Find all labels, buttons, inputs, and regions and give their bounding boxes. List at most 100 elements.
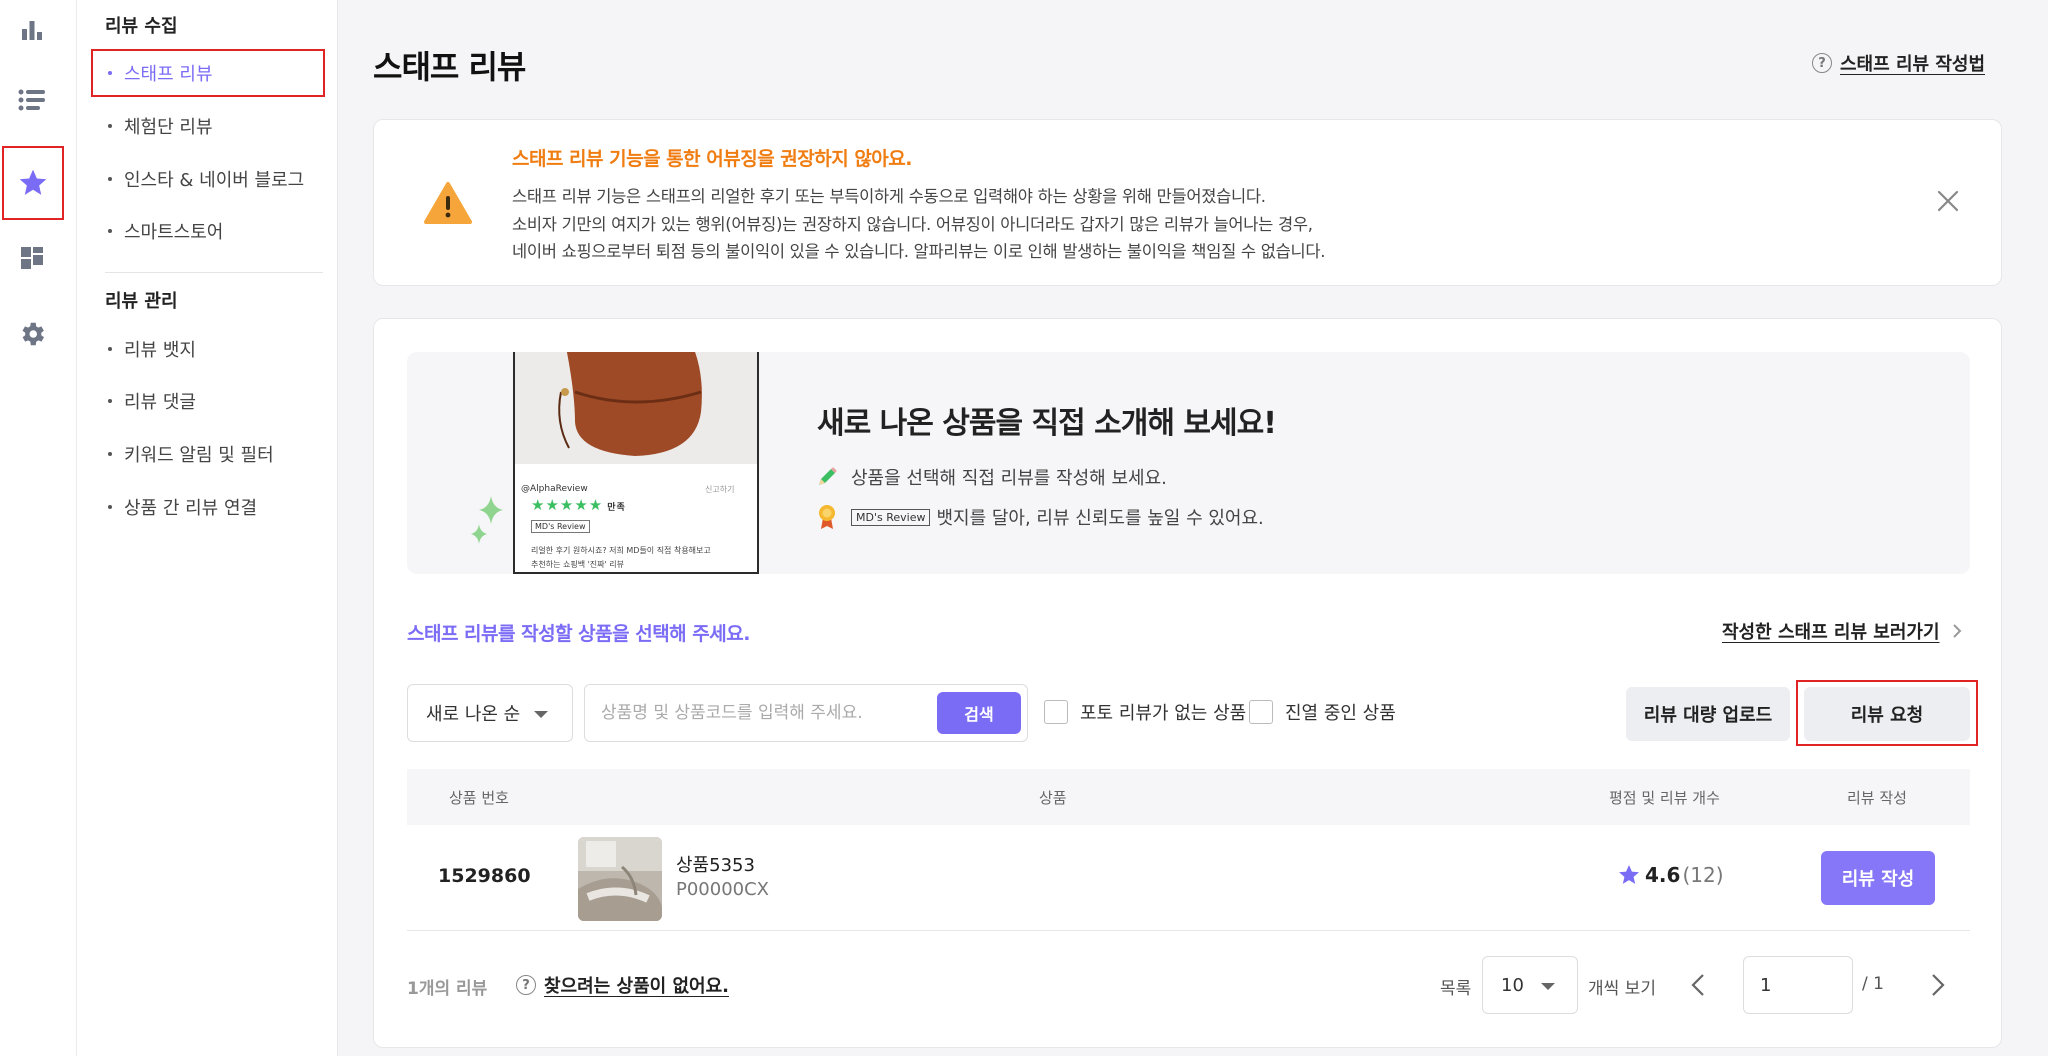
select-product-prompt: 스태프 리뷰를 작성할 상품을 선택해 주세요. bbox=[407, 623, 750, 645]
close-icon[interactable] bbox=[1935, 188, 1961, 214]
column-header: 평점 및 리뷰 개수 bbox=[1609, 789, 1720, 807]
intro-banner: @AlphaReview 신고하기 ★★★★★ 만족 MD's Review 리얼… bbox=[407, 352, 1970, 574]
rail-item-settings[interactable] bbox=[0, 304, 64, 364]
phone-review-line: 리얼한 후기 원하시죠? 저희 MD들이 직접 착용해보고 bbox=[531, 546, 711, 555]
product-thumbnail[interactable] bbox=[578, 837, 662, 921]
page-total: / 1 bbox=[1862, 974, 1884, 994]
per-page-select[interactable]: 10 bbox=[1482, 956, 1578, 1014]
search-box: 검색 bbox=[584, 684, 1028, 742]
menu-item-review-link[interactable]: 상품 간 리뷰 연결 bbox=[105, 492, 257, 522]
review-count: (12) bbox=[1682, 863, 1724, 887]
rating-value: 4.6 bbox=[1645, 863, 1681, 887]
section-title-manage: 리뷰 관리 bbox=[105, 291, 178, 312]
icon-rail bbox=[0, 0, 77, 1056]
per-page-label: 목록 bbox=[1440, 979, 1472, 999]
rail-item-stats[interactable] bbox=[0, 0, 64, 60]
rail-item-reviews[interactable] bbox=[2, 146, 64, 220]
page-value: 1 bbox=[1760, 974, 1772, 996]
gear-icon bbox=[22, 322, 45, 346]
list-icon bbox=[18, 89, 45, 111]
bag-image bbox=[515, 352, 757, 464]
chevron-right-icon[interactable] bbox=[1921, 969, 1953, 1001]
chart-icon bbox=[22, 21, 42, 40]
checkbox[interactable] bbox=[1044, 700, 1068, 724]
menu-item-label: 스마트스토어 bbox=[124, 222, 224, 243]
banner-line-text: 뱃지를 달아, 리뷰 신뢰도를 높일 수 있어요. bbox=[936, 508, 1264, 529]
chevron-down-icon bbox=[1541, 983, 1555, 990]
phone-rating: ★★★★★ 만족 bbox=[531, 496, 626, 514]
menu-item-review-badge[interactable]: 리뷰 뱃지 bbox=[105, 334, 196, 364]
no-photo-review-filter[interactable]: 포토 리뷰가 없는 상품 bbox=[1044, 699, 1246, 725]
dashboard-icon bbox=[21, 247, 43, 269]
product-rating: 4.6 (12) bbox=[1617, 863, 1724, 887]
column-header: 리뷰 작성 bbox=[1847, 789, 1907, 807]
table-header: 상품 번호 상품 평점 및 리뷰 개수 리뷰 작성 bbox=[407, 769, 1970, 825]
per-page-suffix: 개씩 보기 bbox=[1588, 979, 1656, 999]
notice-line: 소비자 기만의 여지가 있는 행위(어뷰징)는 권장하지 않습니다. 어뷰징이 … bbox=[512, 215, 1313, 234]
notice-line: 스태프 리뷰 기능은 스태프의 리얼한 후기 또는 부득이하게 수동으로 입력해… bbox=[512, 187, 1266, 206]
write-review-button[interactable]: 리뷰 작성 bbox=[1821, 851, 1935, 905]
column-header: 상품 bbox=[1039, 789, 1067, 807]
sort-value: 새로 나온 순 bbox=[426, 704, 521, 725]
menu-item-label: 리뷰 뱃지 bbox=[124, 340, 196, 361]
checkbox[interactable] bbox=[1249, 700, 1273, 724]
staff-review-guide-link[interactable]: ? 스태프 리뷰 작성법 bbox=[1812, 50, 1985, 76]
menu-item-staff-review[interactable]: 스태프 리뷰 bbox=[91, 49, 325, 97]
menu-item-label: 인스타 & 네이버 블로그 bbox=[124, 170, 305, 191]
phone-review-text: 리얼한 후기 원하시죠? 저희 MD들이 직접 착용해보고추천하는 쇼핑백 '진… bbox=[531, 544, 711, 572]
menu-item-label: 상품 간 리뷰 연결 bbox=[124, 498, 258, 519]
rating-label: 만족 bbox=[607, 503, 626, 513]
chevron-down-icon bbox=[534, 711, 548, 718]
menu-item-insta-blog[interactable]: 인스타 & 네이버 블로그 bbox=[105, 164, 304, 194]
chevron-left-icon[interactable] bbox=[1683, 969, 1715, 1001]
checkbox-label: 진열 중인 상품 bbox=[1285, 703, 1396, 724]
chevron-right-icon bbox=[1952, 624, 1961, 638]
review-request-button[interactable]: 리뷰 요청 bbox=[1804, 687, 1970, 741]
notice-title: 스태프 리뷰 기능을 통한 어뷰징을 권장하지 않아요. bbox=[512, 148, 913, 170]
phone-review-line: 추천하는 쇼핑백 '진짜' 리뷰 bbox=[531, 560, 624, 569]
banner-line-badge: MD's Review 뱃지를 달아, 리뷰 신뢰도를 높일 수 있어요. bbox=[815, 504, 1264, 530]
menu-item-label: 체험단 리뷰 bbox=[124, 117, 213, 138]
star-icon bbox=[1619, 865, 1639, 884]
view-written-reviews-link[interactable]: 작성한 스태프 리뷰 보러가기 bbox=[1722, 618, 1962, 644]
banner-line-text: 상품을 선택해 직접 리뷰를 작성해 보세요. bbox=[851, 468, 1167, 489]
search-button[interactable]: 검색 bbox=[937, 692, 1021, 734]
banner-line-write: 상품을 선택해 직접 리뷰를 작성해 보세요. bbox=[815, 464, 1167, 490]
rail-item-widgets[interactable] bbox=[0, 228, 64, 288]
star-icon bbox=[19, 169, 47, 195]
menu-item-experience-review[interactable]: 체험단 리뷰 bbox=[105, 111, 213, 141]
guide-link-label: 스태프 리뷰 작성법 bbox=[1840, 54, 1986, 75]
product-not-found-link[interactable]: ? 찾으려는 상품이 없어요. bbox=[516, 972, 729, 998]
rail-item-list[interactable] bbox=[0, 70, 64, 130]
table-row: 1529860 상품5353 P00000CX 4.6 (12) 리뷰 작성 bbox=[407, 825, 1970, 931]
staff-review-card: @AlphaReview 신고하기 ★★★★★ 만족 MD's Review 리얼… bbox=[373, 318, 2002, 1048]
menu-item-review-comment[interactable]: 리뷰 댓글 bbox=[105, 386, 196, 416]
column-header: 상품 번호 bbox=[449, 789, 509, 807]
page-input[interactable]: 1 bbox=[1743, 956, 1853, 1014]
bulk-upload-button[interactable]: 리뷰 대량 업로드 bbox=[1626, 687, 1790, 741]
product-name: 상품5353 bbox=[676, 855, 755, 876]
total-count: 1개의 리뷰 bbox=[407, 979, 488, 999]
help-icon: ? bbox=[516, 975, 536, 995]
sparkle-icon bbox=[471, 496, 503, 544]
md-review-badge: MD's Review bbox=[851, 508, 931, 526]
sort-select[interactable]: 새로 나온 순 bbox=[407, 684, 573, 742]
checkbox-label: 포토 리뷰가 없는 상품 bbox=[1080, 703, 1247, 724]
menu-item-label: 키워드 알림 및 필터 bbox=[124, 445, 274, 466]
help-icon: ? bbox=[1812, 53, 1832, 73]
section-title-collect: 리뷰 수집 bbox=[105, 16, 178, 37]
page-title: 스태프 리뷰 bbox=[373, 48, 526, 86]
product-number: 1529860 bbox=[438, 865, 531, 887]
medal-icon bbox=[815, 505, 839, 529]
abuse-notice: 스태프 리뷰 기능을 통한 어뷰징을 권장하지 않아요. 스태프 리뷰 기능은 … bbox=[373, 119, 2002, 286]
displayed-product-filter[interactable]: 진열 중인 상품 bbox=[1249, 699, 1396, 725]
menu-item-smartstore[interactable]: 스마트스토어 bbox=[105, 216, 223, 246]
menu-item-keyword-filter[interactable]: 키워드 알림 및 필터 bbox=[105, 439, 274, 469]
review-submenu: 리뷰 수집 스태프 리뷰 체험단 리뷰 인스타 & 네이버 블로그 스마트스토어… bbox=[77, 0, 338, 1056]
menu-item-label: 스태프 리뷰 bbox=[124, 64, 213, 85]
written-link-label: 작성한 스태프 리뷰 보러가기 bbox=[1722, 622, 1940, 643]
warning-icon bbox=[424, 182, 472, 224]
product-code: P00000CX bbox=[676, 879, 770, 900]
search-input[interactable] bbox=[601, 697, 921, 729]
phone-report-label: 신고하기 bbox=[705, 485, 735, 494]
